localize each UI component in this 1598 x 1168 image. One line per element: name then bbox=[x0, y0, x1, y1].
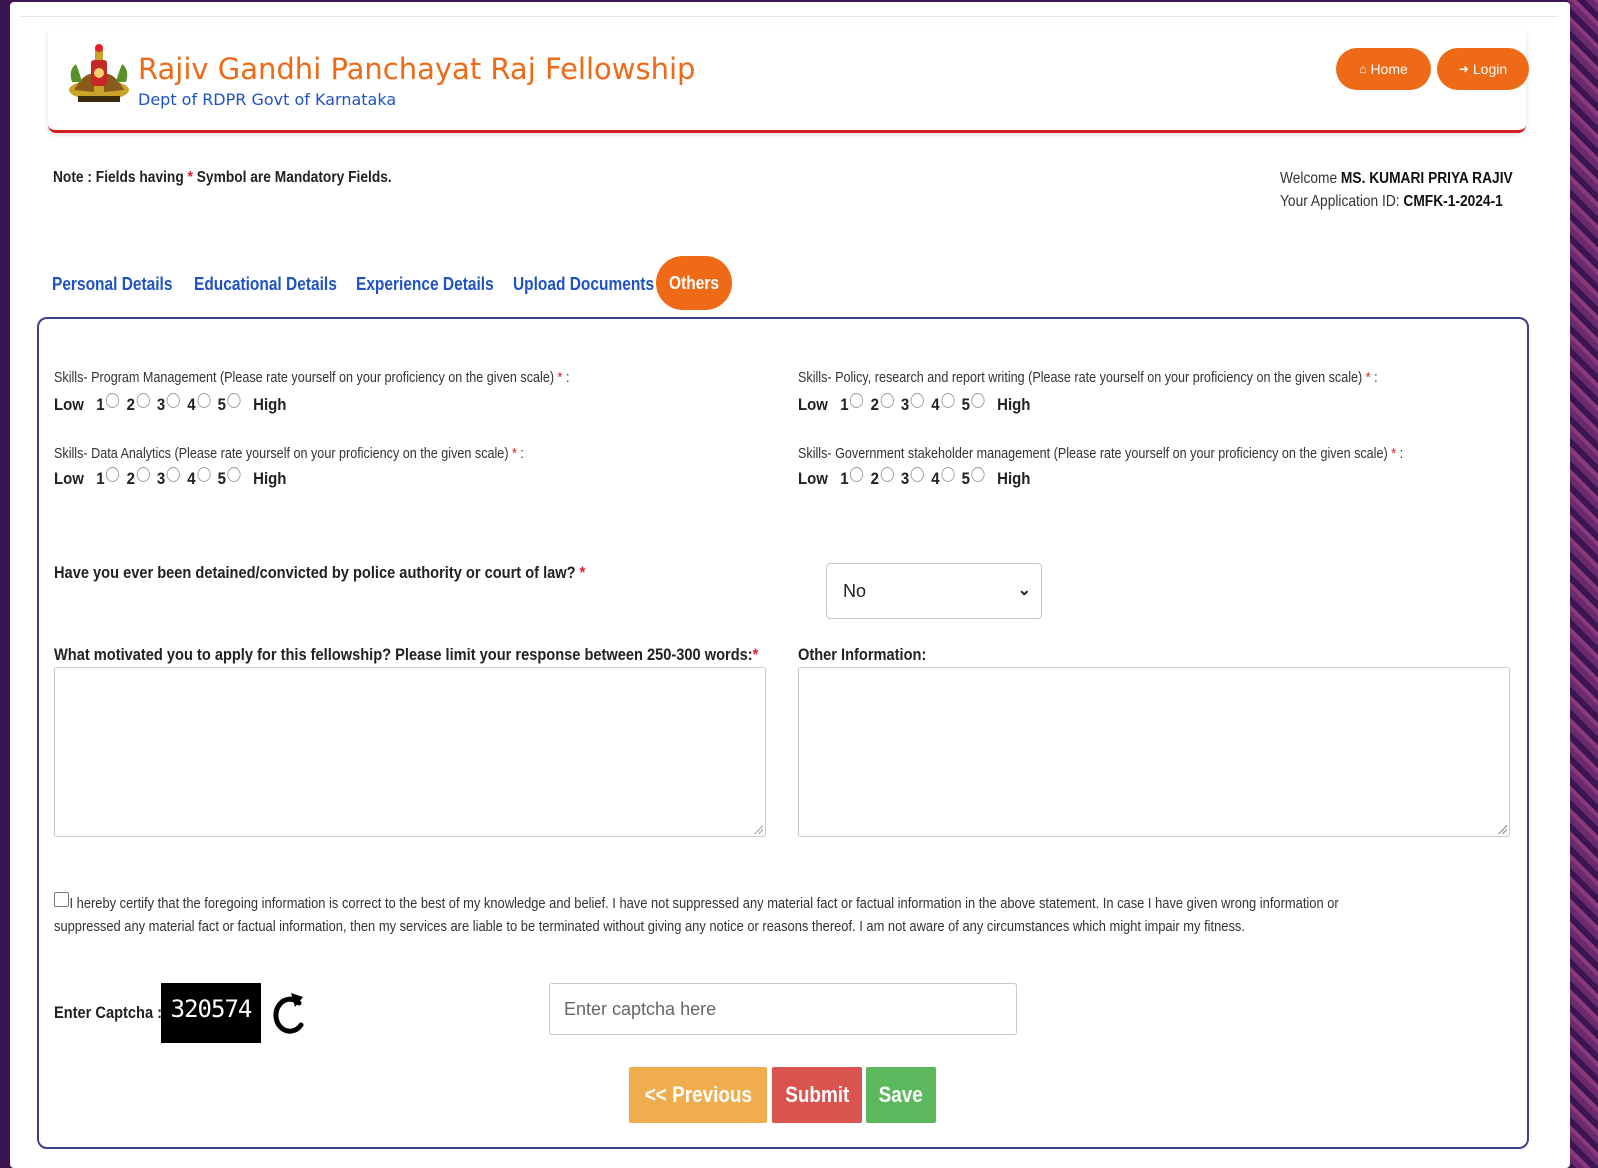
rating-radio-1[interactable] bbox=[850, 392, 864, 408]
karnataka-emblem-icon bbox=[69, 44, 129, 102]
rating-radio-1[interactable] bbox=[850, 466, 864, 482]
rating-radio-5[interactable] bbox=[971, 392, 985, 408]
home-icon: ⌂ bbox=[1359, 62, 1367, 76]
rating-radio-5[interactable] bbox=[227, 392, 241, 408]
mandatory-note: Note : Fields having * Symbol are Mandat… bbox=[53, 169, 392, 186]
rating-radio-1[interactable] bbox=[106, 392, 120, 408]
top-divider bbox=[20, 16, 1558, 17]
tab-educational-details[interactable]: Educational Details bbox=[194, 274, 337, 295]
skill-data-analytics-label: Skills- Data Analytics (Please rate your… bbox=[54, 445, 524, 462]
motivation-textarea[interactable] bbox=[54, 667, 766, 837]
captcha-label: Enter Captcha : bbox=[54, 1003, 163, 1022]
detained-question: Have you ever been detained/convicted by… bbox=[54, 563, 586, 582]
sign-in-icon: ➜ bbox=[1458, 62, 1469, 76]
page: Rajiv Gandhi Panchayat Raj Fellowship De… bbox=[10, 2, 1570, 1168]
save-button[interactable]: Save bbox=[866, 1067, 936, 1123]
site-subtitle: Dept of RDPR Govt of Karnataka bbox=[138, 90, 397, 109]
rating-radio-3[interactable] bbox=[910, 466, 925, 482]
others-form-panel: Skills- Program Management (Please rate … bbox=[37, 317, 1529, 1149]
home-button[interactable]: ⌂ Home bbox=[1336, 48, 1431, 90]
rating-radio-5[interactable] bbox=[227, 466, 241, 482]
certify-checkbox[interactable] bbox=[54, 892, 69, 907]
other-information-textarea[interactable] bbox=[798, 667, 1510, 837]
captcha-input[interactable] bbox=[549, 983, 1017, 1035]
app-id-label: Your Application ID: bbox=[1280, 193, 1404, 210]
skill-program-management-label: Skills- Program Management (Please rate … bbox=[54, 369, 570, 386]
rating-radio-2[interactable] bbox=[136, 466, 150, 482]
submit-button[interactable]: Submit bbox=[772, 1067, 862, 1123]
rating-radio-3[interactable] bbox=[166, 392, 181, 408]
application-id: CMFK-1-2024-1 bbox=[1403, 193, 1503, 210]
skill-program-management-scale: Low 1 2 3 4 5 High bbox=[54, 392, 286, 415]
home-label: Home bbox=[1370, 61, 1408, 77]
rating-radio-2[interactable] bbox=[880, 392, 894, 408]
login-button[interactable]: ➜ Login bbox=[1437, 48, 1529, 90]
rating-radio-3[interactable] bbox=[910, 392, 925, 408]
rating-radio-4[interactable] bbox=[197, 466, 211, 482]
tab-upload-documents[interactable]: Upload Documents bbox=[513, 274, 654, 295]
motivation-label: What motivated you to apply for this fel… bbox=[54, 645, 759, 664]
site-header: Rajiv Gandhi Panchayat Raj Fellowship De… bbox=[48, 28, 1529, 133]
login-label: Login bbox=[1472, 61, 1508, 77]
skill-policy-research-label: Skills- Policy, research and report writ… bbox=[798, 369, 1378, 386]
rating-radio-1[interactable] bbox=[106, 466, 120, 482]
rating-radio-5[interactable] bbox=[971, 466, 985, 482]
other-information-label: Other Information: bbox=[798, 645, 927, 664]
rating-radio-4[interactable] bbox=[941, 392, 955, 408]
tab-experience-details[interactable]: Experience Details bbox=[356, 274, 494, 295]
resize-handle-icon[interactable] bbox=[753, 824, 763, 834]
welcome-block: Welcome MS. KUMARI PRIYA RAJIV Your Appl… bbox=[1280, 167, 1513, 213]
skill-government-stakeholder-label: Skills- Government stakeholder managemen… bbox=[798, 445, 1404, 462]
rating-radio-2[interactable] bbox=[136, 392, 150, 408]
rating-radio-4[interactable] bbox=[941, 466, 955, 482]
detained-select[interactable]: No ⌄ bbox=[826, 563, 1042, 619]
rating-radio-2[interactable] bbox=[880, 466, 894, 482]
refresh-icon[interactable] bbox=[265, 985, 309, 1043]
tab-personal-details[interactable]: Personal Details bbox=[52, 274, 172, 295]
welcome-label: Welcome bbox=[1280, 170, 1341, 187]
background-pattern bbox=[1568, 0, 1598, 1168]
chevron-down-icon: ⌄ bbox=[1017, 582, 1031, 599]
rating-radio-4[interactable] bbox=[197, 392, 211, 408]
rating-radio-3[interactable] bbox=[166, 466, 181, 482]
tab-others[interactable]: Others bbox=[656, 256, 732, 310]
skill-policy-research-scale: Low 1 2 3 4 5 High bbox=[798, 392, 1030, 415]
site-title: Rajiv Gandhi Panchayat Raj Fellowship bbox=[138, 52, 696, 86]
resize-handle-icon[interactable] bbox=[1497, 824, 1507, 834]
certification-text: I hereby certify that the foregoing info… bbox=[54, 895, 1339, 935]
user-name: MS. KUMARI PRIYA RAJIV bbox=[1340, 170, 1513, 187]
detained-select-value: No bbox=[843, 580, 867, 601]
skill-data-analytics-scale: Low 1 2 3 4 5 High bbox=[54, 466, 286, 489]
skill-government-stakeholder-scale: Low 1 2 3 4 5 High bbox=[798, 466, 1030, 489]
previous-button[interactable]: << Previous bbox=[629, 1067, 767, 1123]
captcha-image: 320574 bbox=[161, 983, 261, 1043]
